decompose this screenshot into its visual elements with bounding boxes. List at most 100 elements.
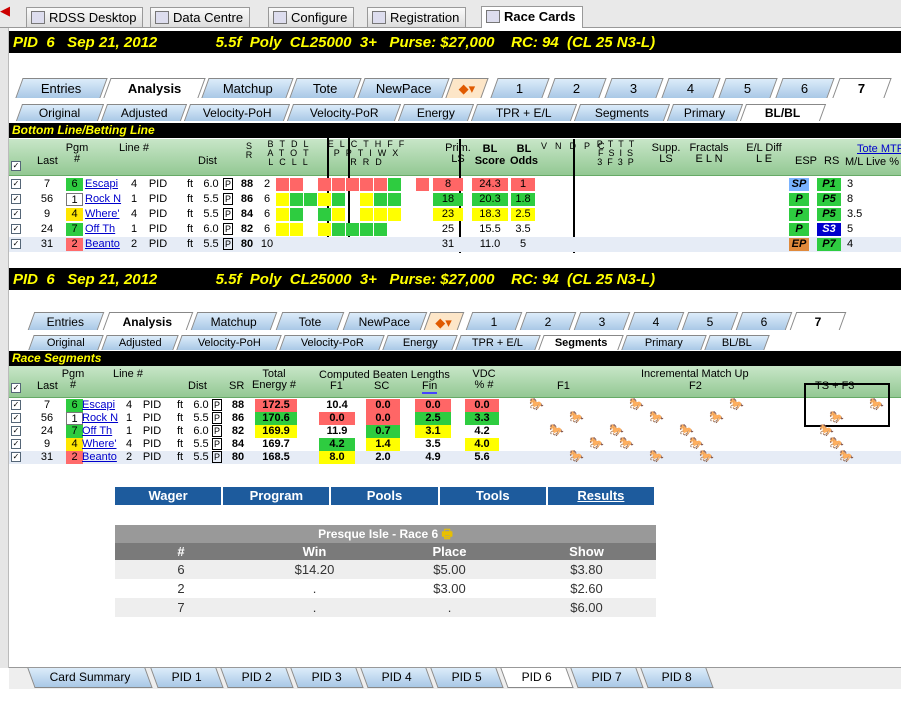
tab-pid-7[interactable]: PID 7 — [570, 668, 644, 688]
tab-horse-2[interactable]: 2 — [547, 78, 607, 98]
horse-name-link[interactable]: Beanto — [85, 238, 125, 251]
table-row[interactable]: ✓ 9 4 Where' 4 PID ft 5.5 P 84 6 23 18.3 2.5 P P5 3.5 — [9, 207, 901, 222]
table-row[interactable]: ✓ 7 6 Escapi 4 PID ft 6.0 P 88 172.5 10.4 0.0 0.0 0.0 🐎… — [9, 397, 901, 412]
tab-matchup[interactable]: Matchup — [201, 78, 294, 98]
tab-newpace[interactable]: NewPace — [357, 78, 450, 98]
horse-name-link[interactable]: Where' — [85, 208, 125, 221]
nav-pools[interactable]: Pools — [331, 487, 440, 505]
subtab-energy[interactable]: Energy — [397, 104, 475, 121]
tab-entries[interactable]: Entries — [15, 78, 108, 98]
subtab-primary[interactable]: Primary — [621, 335, 707, 350]
subtab-energy[interactable]: Energy — [382, 335, 458, 350]
horse-name-link[interactable]: Rock N — [85, 193, 125, 206]
tab-pid-1[interactable]: PID 1 — [150, 668, 224, 688]
subtab-adjusted[interactable]: Adjusted — [100, 104, 188, 121]
table-row[interactable]: ✓ 31 2 Beanto 2 PID ft 5.5 P 80 10 31 11.0 5 EP P7 4 — [9, 237, 901, 252]
row-checkbox[interactable]: ✓ — [11, 452, 21, 462]
nav-results[interactable]: Results — [548, 487, 657, 505]
table-row[interactable]: ✓ 24 7 Off Th 1 PID ft 6.0 P 82 6 25 15.5 3.5 P S3 5 — [9, 222, 901, 237]
tab-entries[interactable]: Entries — [27, 312, 105, 330]
horse-name-link[interactable]: Off Th — [82, 425, 122, 438]
subtab-segments[interactable]: Segments — [573, 104, 671, 121]
nav-tools[interactable]: Tools — [440, 487, 548, 505]
tab-rdss-desktop[interactable]: RDSS Desktop — [26, 7, 144, 27]
tab-registration[interactable]: Registration — [367, 7, 467, 27]
tab-label: Primary — [684, 106, 726, 120]
row-checkbox[interactable]: ✓ — [11, 179, 21, 189]
row-checkbox[interactable]: ✓ — [11, 209, 21, 219]
tab-horse-4[interactable]: 4 — [627, 312, 685, 330]
tab-card-summary[interactable]: Card Summary — [27, 668, 153, 688]
tab-horse-5[interactable]: 5 — [718, 78, 778, 98]
subtab-segments[interactable]: Segments — [538, 335, 624, 350]
tab-race-cards[interactable]: Race Cards — [481, 6, 583, 28]
back-arrow-icon[interactable]: ◀ — [0, 3, 10, 19]
row-checkbox[interactable]: ✓ — [11, 413, 21, 423]
tab-horse-1[interactable]: 1 — [490, 78, 550, 98]
tab-horse-3[interactable]: 3 — [573, 312, 631, 330]
tab-matchup[interactable]: Matchup — [190, 312, 278, 330]
select-all-checkbox[interactable]: ✓ — [11, 161, 21, 171]
tab-horse-6[interactable]: 6 — [735, 312, 793, 330]
tab-tote[interactable]: Tote — [275, 312, 345, 330]
horse-name-link[interactable]: Escapi — [82, 399, 122, 412]
options-dropdown-icon[interactable]: ◆▾ — [445, 78, 489, 98]
tab-analysis[interactable]: Analysis — [102, 312, 194, 330]
table-row[interactable]: ✓ 24 7 Off Th 1 PID ft 6.0 P 82 169.9 11.9 0.7 3.1 4.2… — [9, 423, 901, 438]
tab-pid-3[interactable]: PID 3 — [290, 668, 364, 688]
subtab-adjusted[interactable]: Adjusted — [101, 335, 179, 350]
subtab-original[interactable]: Original — [15, 104, 105, 121]
row-checkbox[interactable]: ✓ — [11, 194, 21, 204]
table-row[interactable]: ✓ 9 4 Where' 4 PID ft 5.5 P 84 169.7 4.2 1.4 3.5 4.0 🐎 🐎… — [9, 436, 901, 451]
row-checkbox[interactable]: ✓ — [11, 439, 21, 449]
subtab-bl-bl[interactable]: BL/BL — [704, 335, 770, 350]
horse-name-link[interactable]: Escapi — [85, 178, 125, 191]
subtab-bl-bl[interactable]: BL/BL — [739, 104, 827, 121]
row-checkbox[interactable]: ✓ — [11, 224, 21, 234]
table-row[interactable]: ✓ 7 6 Escapi 4 PID ft 6.0 P 88 2 8 24.3 1 SP P1 3 — [9, 177, 901, 192]
subtab-tpr-el[interactable]: TPR + E/L — [455, 335, 541, 350]
tab-pid-6[interactable]: PID 6 — [500, 668, 574, 688]
table-row[interactable]: ✓ 31 2 Beanto 2 PID ft 5.5 P 80 168.5 8.0 2.0 4.9 5.6 🐎… — [9, 449, 901, 464]
horse-icon: 🐎 — [689, 436, 704, 450]
row-checkbox[interactable]: ✓ — [11, 400, 21, 410]
tab-horse-1[interactable]: 1 — [465, 312, 523, 330]
tab-data-centre[interactable]: Data Centre — [150, 7, 251, 27]
tab-configure[interactable]: Configure — [268, 7, 355, 27]
row-checkbox[interactable]: ✓ — [11, 239, 21, 249]
tab-horse-7[interactable]: 7 — [832, 78, 892, 98]
subtab-primary[interactable]: Primary — [666, 104, 744, 121]
tab-horse-5[interactable]: 5 — [681, 312, 739, 330]
nav-program[interactable]: Program — [223, 487, 332, 505]
tab-pid-4[interactable]: PID 4 — [360, 668, 434, 688]
horse-name-link[interactable]: Off Th — [85, 223, 125, 236]
nav-wager[interactable]: Wager — [115, 487, 224, 505]
tab-tote[interactable]: Tote — [289, 78, 362, 98]
tab-horse-6[interactable]: 6 — [775, 78, 835, 98]
tab-horse-4[interactable]: 4 — [661, 78, 721, 98]
table-row[interactable]: ✓ 56 1 Rock N 1 PID ft 5.5 P 86 6 18 20.3 1.8 P P5 8 — [9, 192, 901, 207]
tab-analysis[interactable]: Analysis — [103, 78, 206, 98]
horse-name-link[interactable]: Rock N — [82, 412, 122, 425]
tab-pid-5[interactable]: PID 5 — [430, 668, 504, 688]
horse-name-link[interactable]: Beanto — [82, 451, 122, 464]
row-checkbox[interactable]: ✓ — [11, 426, 21, 436]
horse-name-link[interactable]: Where' — [82, 438, 122, 451]
subtab-velocity-por[interactable]: Velocity-PoR — [286, 104, 402, 121]
subtab-velocity-poh[interactable]: Velocity-PoH — [183, 104, 291, 121]
subtab-tpr-el[interactable]: TPR + E/L — [470, 104, 578, 121]
options-dropdown-icon[interactable]: ◆▾ — [423, 312, 465, 330]
printer-icon[interactable]: 🖶 — [442, 527, 453, 541]
tote-mtp-link[interactable]: Tote MTP: — [857, 143, 901, 155]
tab-horse-7[interactable]: 7 — [789, 312, 847, 330]
subtab-velocity-por[interactable]: Velocity-PoR — [279, 335, 385, 350]
select-all-checkbox[interactable]: ✓ — [11, 383, 21, 393]
tab-pid-8[interactable]: PID 8 — [640, 668, 714, 688]
tab-pid-2[interactable]: PID 2 — [220, 668, 294, 688]
tab-horse-2[interactable]: 2 — [519, 312, 577, 330]
tab-horse-3[interactable]: 3 — [604, 78, 664, 98]
subtab-velocity-poh[interactable]: Velocity-PoH — [176, 335, 282, 350]
subtab-original[interactable]: Original — [28, 335, 104, 350]
tab-newpace[interactable]: NewPace — [342, 312, 428, 330]
table-row[interactable]: ✓ 56 1 Rock N 1 PID ft 5.5 P 86 170.6 0.0 0.0 2.5 3.3 🐎… — [9, 410, 901, 425]
